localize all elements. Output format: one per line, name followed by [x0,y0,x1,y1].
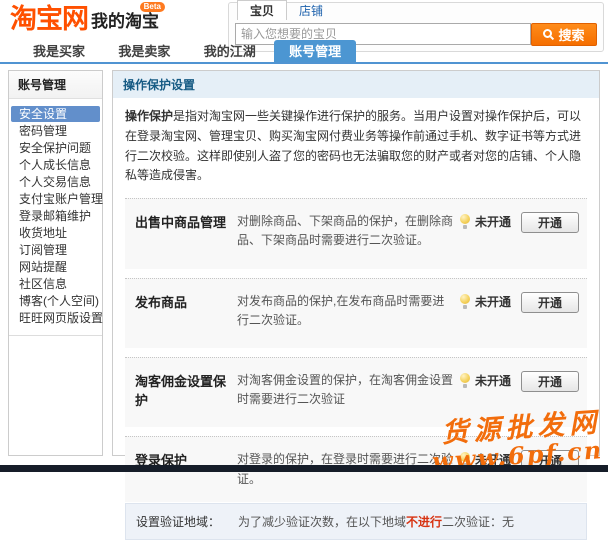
section-title: 发布商品 [135,292,237,311]
section-desc: 对删除商品、下架商品的保护，在删除商品、下架商品时需要进行二次验证。 [237,212,455,250]
section-title: 淘客佣金设置保护 [135,371,237,409]
section-desc: 对发布商品的保护,在发布商品时需要进行二次验证。 [237,292,455,330]
status-label: 未开通 [475,213,511,230]
my-taobao-logo-text: 我的淘宝 Beta [91,12,159,32]
beta-badge: Beta [140,2,165,12]
status-label: 未开通 [475,293,511,310]
section-publish-items: 发布商品 对发布商品的保护,在发布商品时需要进行二次验证。 未开通 开通 [125,278,587,348]
sidebar-item-login-email[interactable]: 登录邮箱维护 [11,208,100,224]
main-nav: 我是买家 我是卖家 我的江湖 账号管理 [0,40,608,64]
search-tab-shop[interactable]: 店铺 [287,1,335,20]
region-desc: 为了减少验证次数，在以下地域不进行二次验证：无 [238,513,514,530]
open-button[interactable]: 开通 [521,212,579,233]
sidebar-item-security-settings[interactable]: 安全设置 [11,106,100,122]
open-button[interactable]: 开通 [521,371,579,392]
bulb-icon [459,214,471,229]
sidebar-item-blog[interactable]: 博客(个人空间) [11,293,100,309]
main-panel: 操作保护设置 操作保护是指对淘宝网一些关键操作进行保护的服务。当用户设置对操作保… [112,70,600,456]
sidebar: 账号管理 安全设置 密码管理 安全保护问题 个人成长信息 个人交易信息 支付宝账… [8,70,103,456]
sidebar-item-subscriptions[interactable]: 订阅管理 [11,242,100,258]
status-badge: 未开通 [459,372,521,389]
intro-bold: 操作保护 [125,109,173,123]
verify-region-row: 设置验证地域： 为了减少验证次数，在以下地域不进行二次验证：无 [125,503,587,540]
bulb-icon [459,373,471,388]
sidebar-item-community-info[interactable]: 社区信息 [11,276,100,292]
region-desc-pre: 为了减少验证次数，在以下地域 [238,515,406,529]
sidebar-item-shipping-address[interactable]: 收货地址 [11,225,100,241]
nav-tab-community[interactable]: 我的江湖 [189,40,271,62]
sidebar-list: 安全设置 密码管理 安全保护问题 个人成长信息 个人交易信息 支付宝账户管理 登… [9,99,102,336]
search-tabs: 宝贝 店铺 [229,3,603,20]
page-title: 操作保护设置 [113,71,599,98]
region-desc-emphasis: 不进行 [406,515,442,529]
nav-tab-seller[interactable]: 我是卖家 [103,40,185,62]
search-tab-item[interactable]: 宝贝 [237,0,287,20]
region-desc-post: 二次验证：无 [442,515,514,529]
protection-sections: 出售中商品管理 对删除商品、下架商品的保护，在删除商品、下架商品时需要进行二次验… [113,198,599,540]
logo: 淘宝网 我的淘宝 Beta [10,6,159,32]
status-badge: 未开通 [459,213,521,230]
sidebar-item-trade-info[interactable]: 个人交易信息 [11,174,100,190]
open-button[interactable]: 开通 [521,292,579,313]
intro-paragraph: 操作保护是指对淘宝网一些关键操作进行保护的服务。当用户设置对操作保护后，可以在登… [113,98,599,198]
region-label: 设置验证地域： [136,513,238,530]
bulb-icon [459,294,471,309]
taobao-logo: 淘宝网 [10,6,88,32]
nav-tab-buyer[interactable]: 我是买家 [18,40,100,62]
sidebar-item-site-reminders[interactable]: 网站提醒 [11,259,100,275]
my-taobao-label: 我的淘宝 [91,12,159,31]
sidebar-item-growth-info[interactable]: 个人成长信息 [11,157,100,173]
intro-text: 是指对淘宝网一些关键操作进行保护的服务。当用户设置对操作保护后，可以在登录淘宝网… [125,109,581,182]
bottom-bar [0,465,608,472]
section-commission-protect: 淘客佣金设置保护 对淘客佣金设置的保护，在淘客佣金设置时需要进行二次验证 未开通… [125,357,587,427]
sidebar-item-wangwang-web[interactable]: 旺旺网页版设置 [11,310,100,326]
sidebar-title: 账号管理 [9,71,102,99]
status-badge: 未开通 [459,293,521,310]
sidebar-item-password[interactable]: 密码管理 [11,123,100,139]
section-onsale-items: 出售中商品管理 对删除商品、下架商品的保护，在删除商品、下架商品时需要进行二次验… [125,198,587,268]
sidebar-item-security-question[interactable]: 安全保护问题 [11,140,100,156]
section-title: 出售中商品管理 [135,212,237,231]
section-desc: 对淘客佣金设置的保护，在淘客佣金设置时需要进行二次验证 [237,371,455,409]
nav-tab-account[interactable]: 账号管理 [274,40,356,62]
sidebar-item-alipay-account[interactable]: 支付宝账户管理 [11,191,100,207]
status-label: 未开通 [475,372,511,389]
header: 淘宝网 我的淘宝 Beta 宝贝 店铺 搜索 [0,0,608,40]
search-icon [543,29,554,40]
